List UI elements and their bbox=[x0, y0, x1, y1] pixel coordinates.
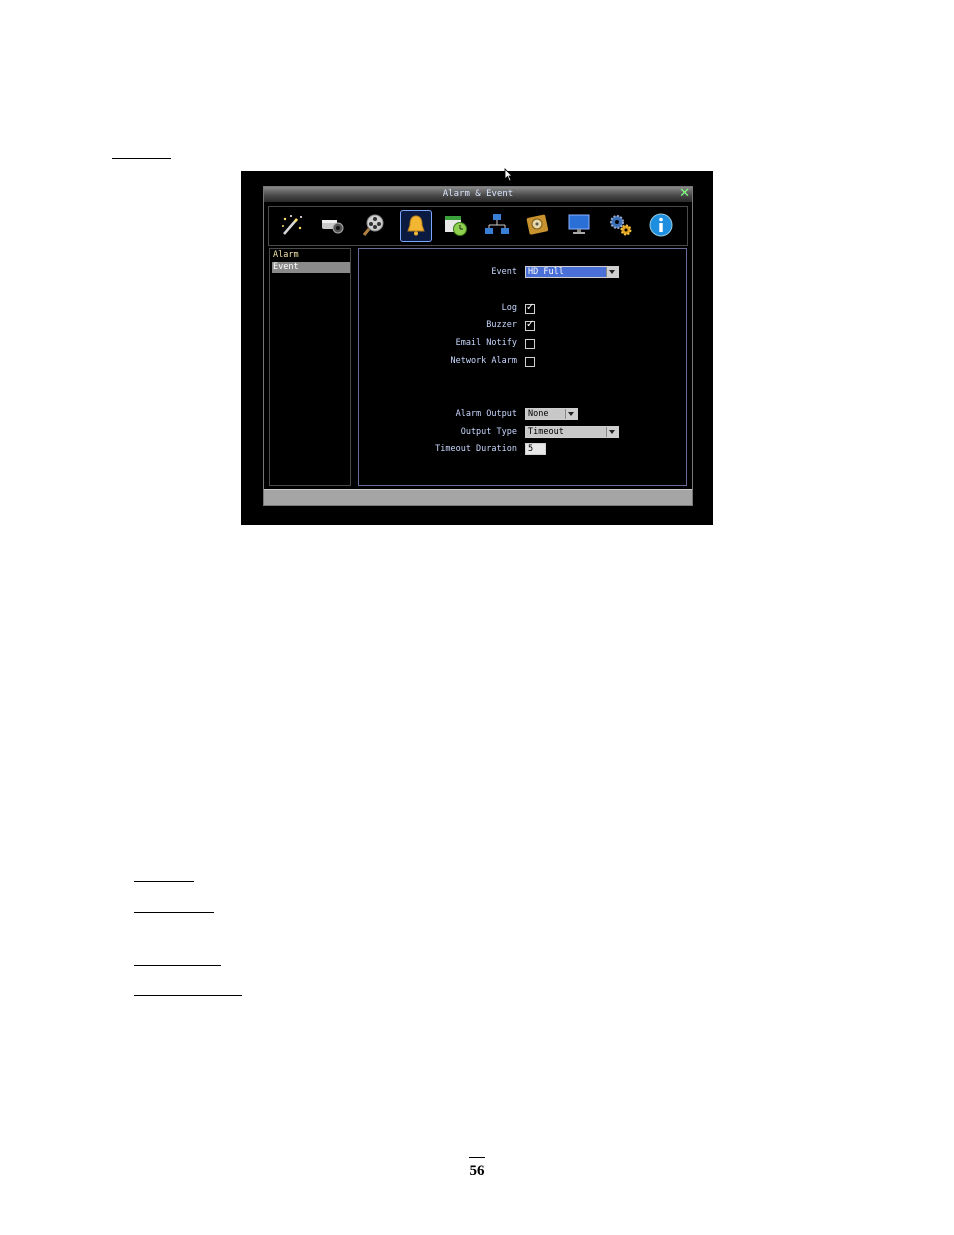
sidebar-item-alarm[interactable]: Alarm bbox=[272, 250, 350, 261]
network-alarm-label: Network Alarm bbox=[450, 356, 517, 366]
item-underline-4 bbox=[134, 995, 242, 996]
mouse-pointer-icon bbox=[504, 168, 513, 182]
chevron-down-icon bbox=[565, 409, 577, 419]
event-settings-panel: Event HD Full Log ✓ Buzzer ✓ Email Notif… bbox=[358, 248, 687, 486]
network-icon[interactable] bbox=[482, 210, 512, 240]
status-bar bbox=[264, 489, 692, 505]
item-underline-3 bbox=[134, 965, 221, 966]
log-checkbox[interactable]: ✓ bbox=[525, 302, 535, 314]
buzzer-label: Buzzer bbox=[486, 320, 517, 330]
schedule-icon[interactable] bbox=[441, 210, 471, 240]
chevron-down-icon bbox=[606, 267, 618, 277]
timeout-duration-input[interactable]: 5 bbox=[525, 443, 546, 455]
page-number-rule bbox=[469, 1157, 485, 1158]
event-select-value: HD Full bbox=[528, 267, 564, 277]
item-underline-2 bbox=[134, 912, 214, 913]
window-title: Alarm & Event bbox=[442, 189, 514, 199]
log-label: Log bbox=[501, 303, 517, 313]
buzzer-checkbox[interactable]: ✓ bbox=[525, 319, 535, 331]
dvr-screenshot: Alarm & Event ✕ Alarm Event Event HD Ful… bbox=[241, 168, 713, 525]
heading-underline bbox=[112, 158, 171, 159]
email-notify-label: Email Notify bbox=[455, 338, 517, 348]
chevron-down-icon bbox=[606, 427, 618, 437]
info-icon[interactable] bbox=[646, 210, 676, 240]
output-type-value: Timeout bbox=[528, 427, 564, 437]
sidebar: Alarm Event bbox=[269, 248, 351, 486]
camera-icon[interactable] bbox=[318, 210, 348, 240]
timeout-duration-label: Timeout Duration bbox=[435, 444, 517, 454]
output-type-select[interactable]: Timeout bbox=[525, 426, 619, 438]
item-underline-1 bbox=[134, 881, 194, 882]
system-gears-icon[interactable] bbox=[605, 210, 635, 240]
alarm-event-window: Alarm & Event ✕ Alarm Event Event HD Ful… bbox=[263, 186, 693, 506]
alarm-output-select[interactable]: None bbox=[525, 408, 578, 420]
close-icon[interactable]: ✕ bbox=[679, 187, 690, 201]
network-alarm-checkbox[interactable] bbox=[525, 357, 535, 367]
main-toolbar bbox=[268, 206, 688, 246]
event-label: Event bbox=[491, 267, 517, 277]
sidebar-item-event[interactable]: Event bbox=[272, 262, 350, 273]
alarm-output-value: None bbox=[528, 409, 549, 419]
alarm-bell-icon[interactable] bbox=[400, 210, 432, 242]
quick-setup-wand-icon[interactable] bbox=[277, 210, 307, 240]
checkmark-icon: ✓ bbox=[526, 302, 535, 313]
alarm-output-label: Alarm Output bbox=[455, 409, 517, 419]
event-select[interactable]: HD Full bbox=[525, 266, 619, 278]
storage-disk-icon[interactable] bbox=[523, 210, 553, 240]
email-notify-checkbox[interactable] bbox=[525, 339, 535, 349]
checkmark-icon: ✓ bbox=[526, 319, 535, 330]
search-film-icon[interactable] bbox=[359, 210, 389, 240]
page-number: 56 bbox=[469, 1163, 485, 1179]
output-type-label: Output Type bbox=[460, 427, 517, 437]
title-bar: Alarm & Event ✕ bbox=[264, 187, 692, 202]
display-monitor-icon[interactable] bbox=[564, 210, 594, 240]
